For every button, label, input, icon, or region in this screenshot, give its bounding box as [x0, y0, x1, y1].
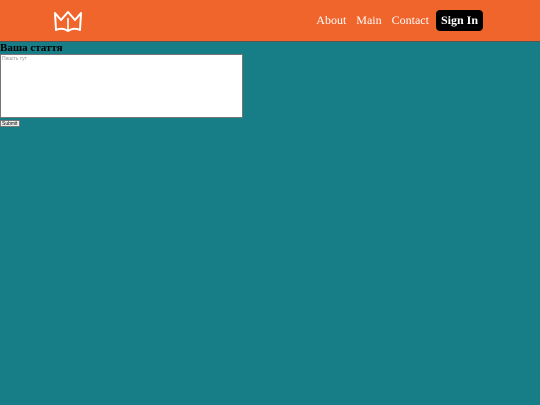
- submit-button[interactable]: Submit: [0, 120, 20, 127]
- article-form: Ваша стаття Submit: [0, 43, 243, 127]
- nav-link-about[interactable]: About: [316, 13, 346, 28]
- sign-in-button[interactable]: Sign In: [435, 10, 483, 31]
- nav-link-main[interactable]: Main: [356, 13, 381, 28]
- nav-links: About Main Contact Sign In: [316, 0, 540, 41]
- article-textarea[interactable]: [0, 54, 243, 118]
- form-title: Ваша стаття: [0, 42, 63, 54]
- navbar: About Main Contact Sign In: [0, 0, 540, 42]
- open-book-crown-icon[interactable]: [53, 9, 83, 33]
- nav-link-contact[interactable]: Contact: [392, 13, 429, 28]
